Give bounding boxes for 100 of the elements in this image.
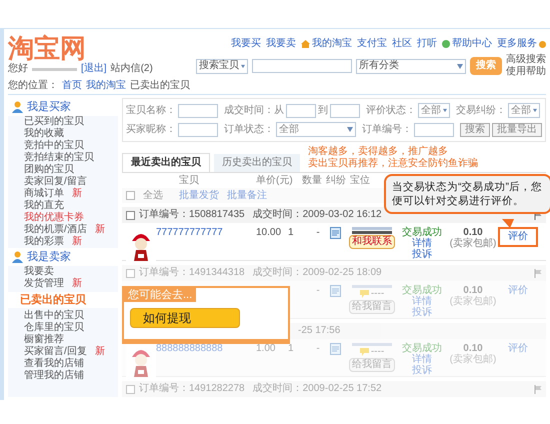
column-header: 宝贝 xyxy=(178,174,200,186)
breadcrumb-label: 您的位置： xyxy=(8,80,58,92)
contact-button[interactable]: 和我联系 xyxy=(349,235,395,249)
promo-link[interactable]: 淘客越多，卖得越多，推广越多 xyxy=(308,146,478,158)
greeting: 您好 xyxy=(8,63,28,75)
callout-pointer xyxy=(502,219,514,228)
caret-icon xyxy=(533,108,537,113)
memo-icon[interactable] xyxy=(330,227,341,239)
sidebar-item[interactable]: 卖家回复/留言 xyxy=(24,176,87,188)
sidebar-item[interactable]: 橱窗推荐 xyxy=(24,334,64,346)
caret-icon xyxy=(347,127,353,132)
checkbox[interactable] xyxy=(126,210,135,220)
column-header: 宝位 xyxy=(350,174,371,186)
sidebar-item[interactable]: 仓库里的宝贝 xyxy=(24,322,84,334)
help-link[interactable]: 高级搜索 xyxy=(506,54,546,66)
input-field[interactable] xyxy=(178,104,218,118)
help-link[interactable]: 使用帮助 xyxy=(506,66,546,78)
messages-link[interactable]: 站内信(2) xyxy=(110,63,153,75)
nav-link[interactable]: 打听 xyxy=(417,38,437,50)
sidebar-item[interactable]: 管理我的店铺 xyxy=(24,370,84,382)
dispute: - xyxy=(315,343,321,355)
nav-link[interactable]: 社区 xyxy=(392,38,412,50)
shipping-note: (卖家包邮) xyxy=(450,296,496,307)
caret-icon xyxy=(443,108,447,113)
field-label: 宝贝名称： xyxy=(126,104,176,116)
withdraw-button[interactable]: 如何提现 xyxy=(130,308,240,328)
chat-icon xyxy=(360,290,369,298)
shipping-note: (卖家包邮) xyxy=(450,354,496,365)
tab[interactable]: 最近卖出的宝贝 xyxy=(122,153,210,172)
rate-link[interactable]: 评价 xyxy=(498,227,538,247)
logo[interactable]: 淘宝网 xyxy=(8,33,168,63)
field-label: 评价状态： xyxy=(366,104,416,116)
flag-icon xyxy=(534,384,542,394)
nav-link[interactable]: 我要卖 xyxy=(266,38,296,50)
amount: 0.10 xyxy=(463,227,483,238)
field-label: 成交时间：从 xyxy=(224,104,284,116)
nav-link[interactable]: 帮助中心 xyxy=(452,38,492,50)
nav-link[interactable]: 我的淘宝 xyxy=(312,38,352,50)
sidebar-item[interactable]: 竞拍中的宝贝 xyxy=(24,140,84,152)
sidebar-item[interactable]: 团购的宝贝 xyxy=(24,164,74,176)
input-field[interactable] xyxy=(414,122,454,136)
field-label: 交易纠纷： xyxy=(456,104,506,116)
amount: 0.10 xyxy=(463,285,483,296)
nav-link[interactable]: 更多服务 xyxy=(497,38,537,50)
detail-link[interactable]: 详情 xyxy=(412,238,432,249)
item-link[interactable]: 777777777777 xyxy=(156,227,223,238)
order-time: -25 17:56 xyxy=(298,325,340,337)
sidebar-item[interactable]: 已买到的宝贝 xyxy=(24,116,84,128)
shipping-note: (卖家包邮) xyxy=(450,238,496,249)
sidebar-item[interactable]: 我要卖 xyxy=(24,266,54,278)
column-header: 纠纷 xyxy=(326,174,347,186)
input-field[interactable] xyxy=(178,122,218,136)
sidebar-item[interactable]: 竞拍结束的宝贝 xyxy=(24,152,94,164)
sidebar-item[interactable]: 商城订单 xyxy=(24,188,64,200)
input-field[interactable] xyxy=(252,59,352,73)
promo-link[interactable]: 卖出宝贝再推荐，注意安全防钓鱼诈骗 xyxy=(308,158,478,170)
nav-link[interactable]: 我要买 xyxy=(231,38,261,50)
sidebar-item[interactable]: 我的优惠卡券 xyxy=(24,212,84,224)
order-time: 成交时间：2009-03-02 16:12 xyxy=(252,209,382,221)
order-number: 订单编号：1491282278 xyxy=(139,383,245,395)
tip-callout: 当交易状态为“交易成功”后，您便可以针对交易进行评价。 xyxy=(384,174,550,214)
caret-icon xyxy=(457,64,463,68)
order-time: 成交时间：2009-02-25 18:09 xyxy=(252,267,382,279)
logout-link[interactable]: [退出] xyxy=(81,63,107,75)
sidebar-heading: 我是卖家 xyxy=(27,251,71,263)
sidebar-item[interactable]: 查看我的店铺 xyxy=(24,358,84,370)
nav-link[interactable]: 支付宝 xyxy=(357,38,387,50)
complain-link[interactable]: 投诉 xyxy=(412,249,432,260)
home-icon xyxy=(301,40,310,48)
sidebar-item[interactable]: 发货管理 xyxy=(24,278,64,290)
order-number: 订单编号：1491344318 xyxy=(139,267,245,279)
dropdown[interactable]: 所有分类 xyxy=(356,58,466,74)
new-label: 新 xyxy=(72,236,82,248)
quantity: 1 xyxy=(287,343,295,355)
caret-icon xyxy=(241,64,245,68)
new-label: 新 xyxy=(94,224,105,236)
breadcrumb-item[interactable]: 我的淘宝 xyxy=(86,80,126,92)
search-button[interactable]: 搜索 xyxy=(460,122,490,136)
input-field[interactable] xyxy=(286,104,316,118)
sidebar-item[interactable]: 我的彩票 xyxy=(24,236,64,248)
field-label: 订单状态： xyxy=(224,124,274,136)
input-field[interactable] xyxy=(330,104,360,118)
sidebar-item[interactable]: 我的收藏 xyxy=(24,128,64,140)
dropdown[interactable]: 搜索宝贝 xyxy=(196,58,248,74)
sidebar-item[interactable]: 出售中的宝贝 xyxy=(24,310,84,322)
breadcrumb-item: 已卖出的宝贝 xyxy=(130,80,190,92)
breadcrumb-item[interactable]: 首页 xyxy=(62,80,82,92)
checkbox[interactable] xyxy=(126,191,135,200)
sidebar-item[interactable]: 我的机票/酒店 xyxy=(24,224,87,236)
sidebar-item[interactable]: 买家留言/回复 xyxy=(24,346,87,358)
popup-title: 您可能会去... xyxy=(124,288,196,302)
dropdown[interactable]: 全部 xyxy=(276,122,356,137)
tab[interactable]: 历史卖出的宝贝 xyxy=(214,154,300,172)
export-button[interactable]: 批量导出 xyxy=(492,122,542,136)
dropdown[interactable]: 全部 xyxy=(418,103,450,118)
sidebar-heading: 我是买家 xyxy=(27,101,71,113)
price: 10.00 xyxy=(256,227,282,239)
person-icon xyxy=(12,251,23,263)
sidebar-item[interactable]: 我的直充 xyxy=(24,200,64,212)
dropdown[interactable]: 全部 xyxy=(508,103,540,118)
